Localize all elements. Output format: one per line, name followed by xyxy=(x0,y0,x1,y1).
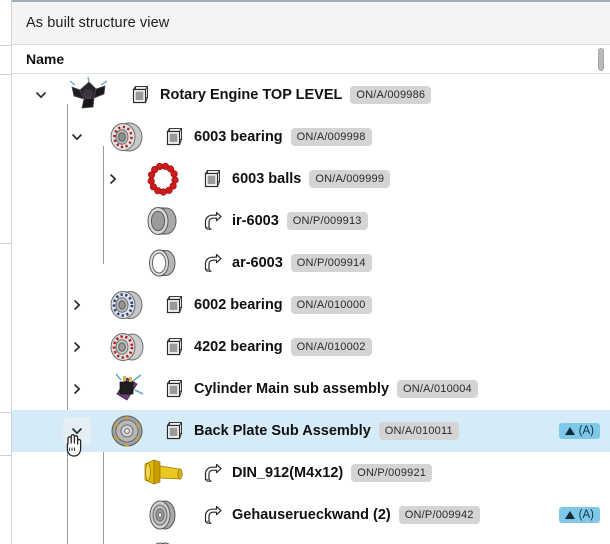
cylinder-main-thumbnail xyxy=(104,370,150,408)
rail-divider-2 xyxy=(0,74,12,75)
row-id-badge: ON/A/009998 xyxy=(291,128,372,146)
tree-row[interactable]: 6003 bearing ON/A/009998 xyxy=(12,116,610,158)
tree-row-partial[interactable] xyxy=(12,536,610,544)
tree-row[interactable]: Cylinder Main sub assembly ON/A/010004 xyxy=(12,368,610,410)
triangle-up-icon xyxy=(565,511,575,519)
bearing-6002-thumbnail xyxy=(104,286,150,324)
chevron-down-icon[interactable] xyxy=(64,124,90,150)
structure-tree[interactable]: Rotary Engine TOP LEVEL ON/A/009986 6003 b… xyxy=(12,74,610,544)
tree-row[interactable]: 6002 bearing ON/A/010000 xyxy=(12,284,610,326)
assembly-cube-icon xyxy=(164,294,186,316)
tree-row[interactable]: ir-6003 ON/P/009913 xyxy=(12,200,610,242)
left-panel-rail xyxy=(0,0,12,544)
rail-divider-4 xyxy=(0,412,12,413)
rail-divider-1 xyxy=(0,45,12,46)
rotary-engine-thumbnail xyxy=(66,76,112,114)
rail-divider-5 xyxy=(0,455,12,456)
row-name-label: Gehauserueckwand (2) xyxy=(232,507,391,523)
inner-ring-thumbnail xyxy=(140,202,186,240)
status-badge[interactable]: (A) xyxy=(559,507,600,523)
row-label-group: Back Plate Sub Assembly ON/A/010011 xyxy=(164,420,459,442)
panel-title: As built structure view xyxy=(26,15,169,31)
row-label-group: 6002 bearing ON/A/010000 xyxy=(164,294,372,316)
balls-6003-thumbnail xyxy=(140,160,186,198)
row-id-badge: ON/P/009921 xyxy=(351,464,432,482)
chevron-right-icon[interactable] xyxy=(64,376,90,402)
part-sheet-icon xyxy=(202,504,224,526)
row-id-badge: ON/A/010002 xyxy=(291,338,372,356)
assembly-cube-icon xyxy=(202,168,224,190)
rail-divider-3 xyxy=(0,243,12,244)
tree-row[interactable]: 4202 bearing ON/A/010002 xyxy=(12,326,610,368)
tree-row[interactable]: DIN_912(M4x12) ON/P/009921 xyxy=(12,452,610,494)
row-name-label: 6002 bearing xyxy=(194,297,283,313)
row-id-badge: ON/P/009914 xyxy=(291,254,372,272)
column-header-name: Name xyxy=(26,51,64,67)
tree-row[interactable]: ar-6003 ON/P/009914 xyxy=(12,242,610,284)
row-id-badge: ON/A/009999 xyxy=(309,170,390,188)
row-name-label: ir-6003 xyxy=(232,213,279,229)
row-id-badge: ON/P/009913 xyxy=(287,212,368,230)
status-badge-label: (A) xyxy=(579,425,594,437)
as-built-structure-view-panel: As built structure view Name Rotary Engi… xyxy=(0,0,610,544)
row-name-label: 4202 bearing xyxy=(194,339,283,355)
row-name-label: Cylinder Main sub assembly xyxy=(194,381,389,397)
assembly-cube-icon xyxy=(164,420,186,442)
assembly-cube-icon xyxy=(164,336,186,358)
row-label-group: 6003 balls ON/A/009999 xyxy=(202,168,390,190)
row-label-group: 4202 bearing ON/A/010002 xyxy=(164,336,372,358)
row-label-group: Rotary Engine TOP LEVEL ON/A/009986 xyxy=(130,84,431,106)
next-item-thumbnail xyxy=(140,538,186,544)
chevron-down-icon[interactable] xyxy=(28,82,54,108)
panel-titlebar: As built structure view xyxy=(12,0,610,45)
row-name-label: Rotary Engine TOP LEVEL xyxy=(160,87,342,103)
gehauserueckwand-thumbnail xyxy=(140,496,186,534)
row-id-badge: ON/A/009986 xyxy=(350,86,431,104)
screw-din912-thumbnail xyxy=(140,454,186,492)
tree-row[interactable]: Gehauserueckwand (2) ON/P/009942 (A) xyxy=(12,494,610,536)
bearing-6003-thumbnail xyxy=(104,118,150,156)
tree-row[interactable]: Back Plate Sub Assembly ON/A/010011 (A) xyxy=(12,410,610,452)
chevron-down-icon[interactable] xyxy=(63,417,91,445)
column-header-row: Name xyxy=(12,45,610,74)
vertical-scrollbar-thumb[interactable] xyxy=(598,48,604,71)
row-id-badge: ON/A/010004 xyxy=(397,380,478,398)
assembly-cube-icon xyxy=(164,126,186,148)
row-name-label: DIN_912(M4x12) xyxy=(232,465,343,481)
row-name-label: 6003 balls xyxy=(232,171,301,187)
row-name-label: Back Plate Sub Assembly xyxy=(194,423,371,439)
row-label-group: DIN_912(M4x12) ON/P/009921 xyxy=(202,462,432,484)
outer-ring-thumbnail xyxy=(140,244,186,282)
part-sheet-icon xyxy=(202,462,224,484)
tree-row[interactable]: Rotary Engine TOP LEVEL ON/A/009986 xyxy=(12,74,610,116)
row-id-badge: ON/A/010011 xyxy=(379,422,459,440)
status-badge[interactable]: (A) xyxy=(559,423,600,439)
part-sheet-icon xyxy=(202,210,224,232)
row-id-badge: ON/P/009942 xyxy=(399,506,480,524)
row-label-group: 6003 bearing ON/A/009998 xyxy=(164,126,372,148)
row-name-label: ar-6003 xyxy=(232,255,283,271)
status-badge-label: (A) xyxy=(579,509,594,521)
chevron-right-icon[interactable] xyxy=(64,292,90,318)
row-id-badge: ON/A/010000 xyxy=(291,296,372,314)
row-label-group: Cylinder Main sub assembly ON/A/010004 xyxy=(164,378,478,400)
assembly-cube-icon xyxy=(130,84,152,106)
row-label-group: ar-6003 ON/P/009914 xyxy=(202,252,372,274)
chevron-right-icon[interactable] xyxy=(64,334,90,360)
part-sheet-icon xyxy=(202,252,224,274)
bearing-4202-thumbnail xyxy=(104,328,150,366)
triangle-up-icon xyxy=(565,427,575,435)
row-label-group: ir-6003 ON/P/009913 xyxy=(202,210,368,232)
back-plate-thumbnail xyxy=(104,412,150,450)
chevron-right-icon[interactable] xyxy=(100,166,126,192)
row-name-label: 6003 bearing xyxy=(194,129,283,145)
assembly-cube-icon xyxy=(164,378,186,400)
tree-row[interactable]: 6003 balls ON/A/009999 xyxy=(12,158,610,200)
row-label-group: Gehauserueckwand (2) ON/P/009942 xyxy=(202,504,480,526)
